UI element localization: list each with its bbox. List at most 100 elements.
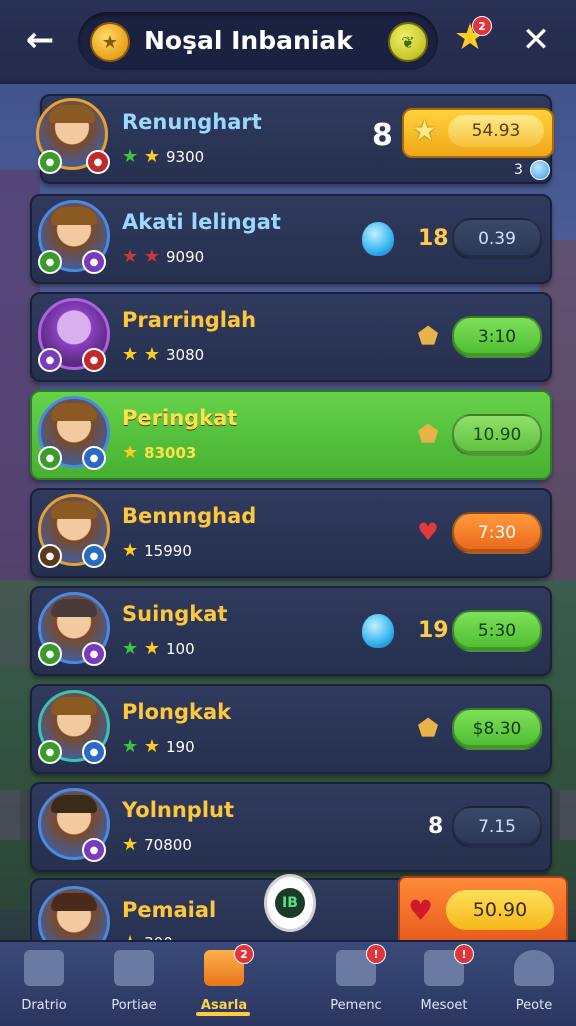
player-score: 15990 bbox=[144, 542, 192, 560]
star-rating: ★ ★ 3080 bbox=[122, 344, 205, 365]
leaderboard-row[interactable]: ● ● Suingkat ★ ★ 100 19 5:30 bbox=[30, 586, 552, 676]
leaderboard-row[interactable]: ● Yolnnplut ★ 70800 8 7.15 bbox=[30, 782, 552, 872]
nav-item-portfolio[interactable]: Portiae bbox=[86, 950, 182, 1022]
star-rating: ★ ★ 190 bbox=[122, 736, 195, 757]
notification-badge: ! bbox=[366, 944, 386, 964]
gem-icon bbox=[362, 222, 394, 256]
player-name: Pemaial bbox=[122, 898, 217, 922]
gem-count: 18 bbox=[418, 226, 449, 251]
time-pill[interactable]: 10.90 bbox=[452, 414, 542, 456]
player-score: 9090 bbox=[166, 248, 205, 266]
gem-count: 19 bbox=[418, 618, 449, 643]
coin-icon: ★ bbox=[90, 22, 130, 62]
home-icon bbox=[24, 950, 64, 986]
time-pill[interactable]: 7:30 bbox=[452, 512, 542, 554]
clock-icon: ! bbox=[336, 944, 386, 986]
nav-label: Peote bbox=[515, 998, 553, 1013]
player-name: Suingkat bbox=[122, 602, 228, 626]
nav-label: Dratrio bbox=[21, 998, 67, 1013]
time-pill[interactable]: 7.15 bbox=[452, 806, 542, 848]
rank-badge-icon: ● bbox=[82, 544, 106, 568]
level-badge-icon: ● bbox=[38, 250, 62, 274]
level-badge-icon: ● bbox=[38, 642, 62, 666]
profile-icon bbox=[514, 950, 554, 986]
rank-number: 8 bbox=[372, 118, 393, 153]
back-arrow-icon: ← bbox=[25, 20, 55, 60]
star-rating: ★ ★ 9090 bbox=[122, 246, 205, 267]
nav-item-events[interactable]: ! Pemenc bbox=[308, 944, 404, 1022]
shield-icon: ⬟ bbox=[417, 420, 439, 448]
notification-badge: 2 bbox=[472, 16, 492, 36]
rank-badge-icon: ● bbox=[82, 740, 106, 764]
player-name: Akati lelingat bbox=[122, 210, 281, 234]
page-title: Noṣal Inbaniak bbox=[144, 26, 353, 55]
center-action-label: IB bbox=[275, 888, 305, 918]
leaderboard-row[interactable]: ● ● Bennnghad ★ 15990 ♥ 7:30 bbox=[30, 488, 552, 578]
star-icon: ★ bbox=[412, 114, 438, 147]
star-rating: ★ ★ 100 bbox=[122, 638, 195, 659]
leaderboard-row[interactable]: ● ● Plongkak ★ ★ 190 ⬟ $8.30 bbox=[30, 684, 552, 774]
favorites-button[interactable]: ★ 2 bbox=[450, 16, 492, 58]
bottom-navigation: Dratrio Portiae 2 Asarla ! Pemenc ! Meso… bbox=[0, 940, 576, 1026]
star-rating: ★ 70800 bbox=[122, 834, 192, 855]
time-pill[interactable]: 0.39 bbox=[452, 218, 542, 260]
reward-value: 54.93 bbox=[448, 115, 544, 147]
notification-badge: ! bbox=[454, 944, 474, 964]
nav-item-messages[interactable]: ! Mesoet bbox=[396, 944, 492, 1022]
close-button[interactable]: ✕ bbox=[514, 18, 558, 62]
player-score: 100 bbox=[166, 640, 195, 658]
leaderboard-row[interactable]: ● ● Renunghart ★ ★ 9300 8 ★ 54.93 3 bbox=[36, 94, 554, 184]
level-badge-icon: ● bbox=[38, 150, 62, 174]
player-name: Bennnghad bbox=[122, 504, 257, 528]
rank-badge-icon: ● bbox=[82, 250, 106, 274]
gem-icon bbox=[530, 160, 550, 180]
player-name: Renunghart bbox=[122, 110, 262, 134]
player-score: 70800 bbox=[144, 836, 192, 854]
player-score: 3080 bbox=[166, 346, 205, 364]
rank-badge-icon: ● bbox=[82, 446, 106, 470]
top-bar: ← ★ Noṣal Inbaniak ❦ ★ 2 ✕ bbox=[0, 0, 576, 84]
nav-label: Mesoet bbox=[420, 998, 468, 1013]
level-badge-icon: ● bbox=[38, 544, 62, 568]
rank-badge-icon: ● bbox=[82, 838, 106, 862]
notification-badge: 2 bbox=[234, 944, 254, 964]
title-pill: ★ Noṣal Inbaniak ❦ bbox=[78, 12, 438, 70]
leaderboard-row[interactable]: ● ● Akati lelingat ★ ★ 9090 18 0.39 bbox=[30, 194, 552, 284]
leaderboard-row[interactable]: ● ● Prarringlah ★ ★ 3080 ⬟ 3:10 bbox=[30, 292, 552, 382]
active-tab-indicator bbox=[196, 1012, 250, 1016]
player-score: 9300 bbox=[166, 148, 205, 166]
rank-badge-icon: ● bbox=[82, 642, 106, 666]
heart-icon: ♥ bbox=[408, 894, 434, 927]
level-badge-icon: ● bbox=[38, 446, 62, 470]
time-pill[interactable]: 5:30 bbox=[452, 610, 542, 652]
rank-badge-icon: ● bbox=[82, 348, 106, 372]
house-icon bbox=[114, 950, 154, 986]
leaderboard-row-highlighted[interactable]: ● ● Peringkat ★ 83003 ⬟ 10.90 bbox=[30, 390, 552, 480]
leaf-icon[interactable]: ❦ bbox=[388, 22, 428, 62]
heart-icon: ♥ bbox=[417, 518, 439, 546]
reward-box[interactable]: ♥ 50.90 bbox=[398, 876, 568, 946]
nav-item-profile[interactable]: Peote bbox=[486, 950, 576, 1022]
gem-icon bbox=[362, 614, 394, 648]
player-name: Yolnnplut bbox=[122, 798, 235, 822]
player-name: Peringkat bbox=[122, 406, 238, 430]
nav-label: Portiae bbox=[111, 998, 157, 1013]
reward-box[interactable]: ★ 54.93 bbox=[402, 108, 554, 158]
level-badge-icon: ● bbox=[38, 348, 62, 372]
sub-count: 3 bbox=[514, 162, 523, 178]
message-icon: ! bbox=[424, 944, 474, 986]
shield-icon: ⬟ bbox=[417, 322, 439, 350]
star-rating: ★ 15990 bbox=[122, 540, 192, 561]
star-rating: ★ ★ 9300 bbox=[122, 146, 205, 167]
rank-badge-icon: ● bbox=[86, 150, 110, 174]
nav-label: Pemenc bbox=[330, 998, 382, 1013]
nav-label: Asarla bbox=[200, 998, 248, 1013]
time-pill[interactable]: $8.30 bbox=[452, 708, 542, 750]
center-action-button[interactable]: IB bbox=[264, 874, 316, 932]
back-button[interactable]: ← bbox=[18, 18, 62, 62]
shop-icon: 2 bbox=[204, 944, 254, 986]
time-pill[interactable]: 3:10 bbox=[452, 316, 542, 358]
player-name: Prarringlah bbox=[122, 308, 257, 332]
star-rating: ★ 83003 bbox=[122, 442, 197, 463]
nav-item-home[interactable]: Dratrio bbox=[0, 950, 92, 1022]
